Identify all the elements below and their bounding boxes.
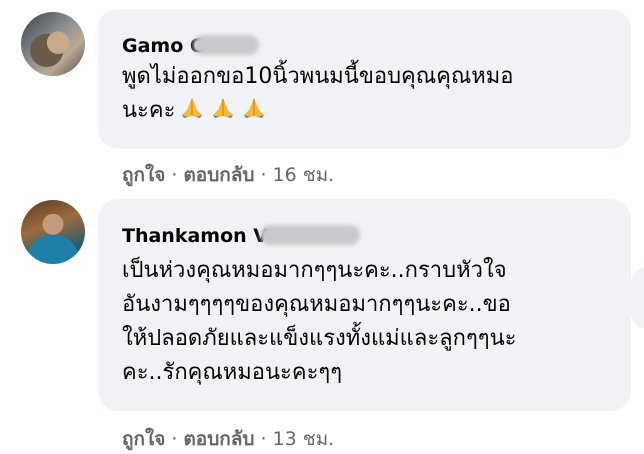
commenter-name[interactable]: Thankamon V [122,225,268,247]
comment-actions: ถูกใจ · ตอบกลับ · 16 ชม. [122,160,334,190]
redacted-name [260,225,360,245]
like-button[interactable]: ถูกใจ [122,164,165,186]
folded-hands-icon [178,96,206,120]
folded-hands-icon [240,96,268,120]
reply-button[interactable]: ตอบกลับ [183,164,254,186]
commenter-name[interactable]: Gamo C [122,35,204,57]
commenter-avatar[interactable] [21,200,85,264]
comment-timestamp[interactable]: 13 ชม. [273,428,335,450]
like-button[interactable]: ถูกใจ [122,428,165,450]
folded-hands-icon [209,96,237,120]
separator-dot: · [171,428,178,450]
comment-actions: ถูกใจ · ตอบกลับ · 13 ชม. [122,424,334,454]
separator-dot: · [260,428,267,450]
reply-button[interactable]: ตอบกลับ [183,428,254,450]
comment-text: พูดไม่ออกขอ10นิ้วพนมนี้ขอบคุณคุณหมอ นะคะ [122,60,622,128]
separator-dot: · [171,164,178,186]
comment-text: เป็นห่วงคุณหมอมากๆๆนะคะ..กราบหัวใจ อันงา… [122,258,517,385]
comment-timestamp[interactable]: 16 ชม. [273,164,335,186]
separator-dot: · [260,164,267,186]
redacted-name [193,35,259,55]
commenter-avatar[interactable] [21,12,85,76]
